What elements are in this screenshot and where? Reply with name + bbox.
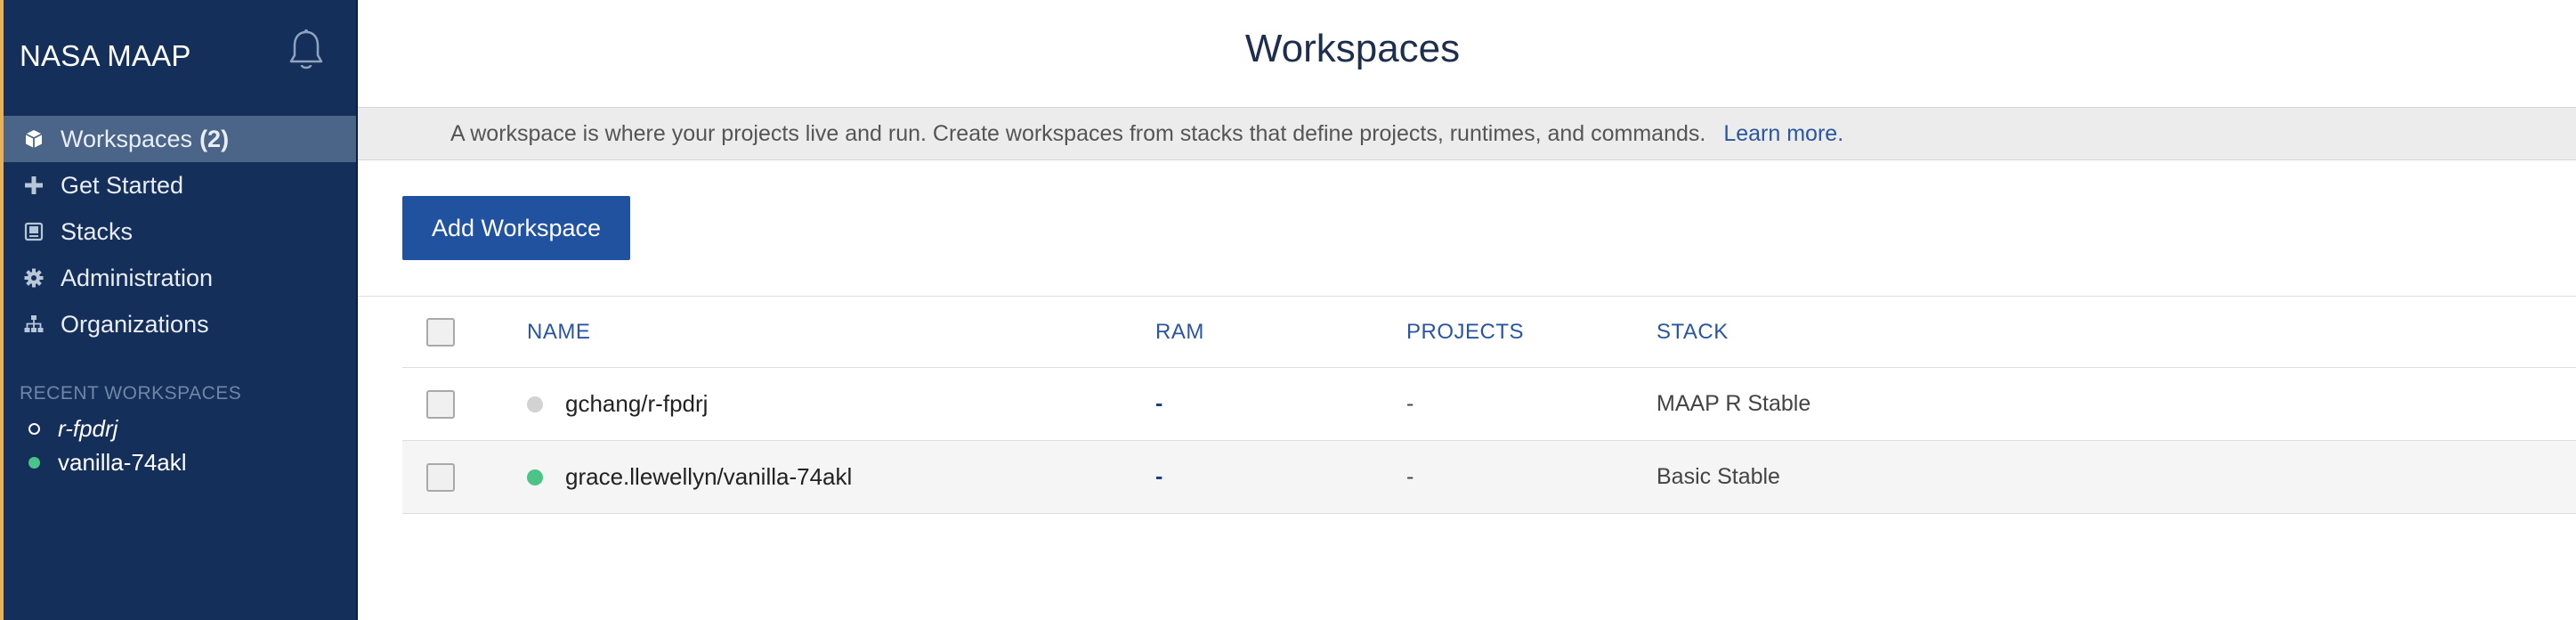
stack-value: Basic Stable (1657, 464, 1780, 489)
column-header-stack[interactable]: STACK (1657, 297, 1729, 367)
brand-title[interactable]: NASA MAAP (20, 39, 191, 73)
sidebar: NASA MAAP Workspaces (2) Get Started Sta… (0, 0, 358, 620)
ram-value: - (1155, 391, 1163, 416)
recent-workspace-item[interactable]: r-fpdrj (20, 412, 349, 445)
sidebar-item-stacks[interactable]: Stacks (4, 208, 356, 255)
row-checkbox[interactable] (426, 462, 455, 492)
recent-workspace-item[interactable]: vanilla-74akl (20, 445, 349, 479)
workspace-name-link[interactable]: gchang/r-fpdrj (565, 390, 708, 418)
column-header-projects[interactable]: PROJECTS (1406, 297, 1524, 367)
projects-value: - (1406, 391, 1414, 416)
recent-workspace-name: vanilla-74akl (58, 448, 187, 476)
learn-more-link[interactable]: Learn more. (1723, 121, 1843, 147)
status-running-icon (28, 456, 40, 469)
main-content: Workspaces A workspace is where your pro… (358, 0, 2576, 620)
add-workspace-button[interactable]: Add Workspace (402, 196, 630, 260)
stack-icon (21, 219, 46, 244)
sidebar-item-label: Organizations (61, 310, 209, 338)
recent-workspaces-list: r-fpdrj vanilla-74akl (20, 412, 349, 479)
bell-icon[interactable] (287, 29, 326, 73)
page-title: Workspaces (1244, 27, 1461, 70)
gear-icon (21, 265, 46, 290)
workspace-name-link[interactable]: grace.llewellyn/vanilla-74akl (565, 463, 852, 491)
sidebar-item-label: Administration (61, 264, 214, 291)
column-header-name[interactable]: NAME (527, 297, 590, 367)
plus-icon (21, 173, 46, 198)
sidebar-item-administration[interactable]: Administration (4, 255, 356, 301)
workspaces-table: NAME RAM PROJECTS STACK gchang/r-fpdrj -… (402, 297, 2576, 514)
ram-value: - (1155, 464, 1163, 489)
row-checkbox[interactable] (426, 389, 455, 419)
sidebar-item-label: Stacks (61, 217, 134, 245)
recent-workspaces-heading: RECENT WORKSPACES (20, 383, 242, 404)
recent-workspace-name: r-fpdrj (58, 414, 118, 442)
status-stopped-icon (527, 396, 543, 412)
info-banner: A workspace is where your projects live … (358, 107, 2576, 160)
table-header-row: NAME RAM PROJECTS STACK (402, 297, 2576, 368)
cube-icon (21, 126, 46, 151)
table-row[interactable]: grace.llewellyn/vanilla-74akl - - Basic … (402, 441, 2576, 514)
projects-value: - (1406, 464, 1414, 489)
sidebar-nav: Workspaces (2) Get Started Stacks Admini… (4, 116, 356, 347)
stack-value: MAAP R Stable (1657, 391, 1811, 416)
workspace-count-badge: (2) (199, 125, 230, 152)
table-row[interactable]: gchang/r-fpdrj - - MAAP R Stable (402, 368, 2576, 441)
column-header-ram[interactable]: RAM (1155, 297, 1204, 367)
status-stopped-icon (28, 422, 40, 435)
sidebar-item-label: Get Started (61, 171, 184, 199)
sidebar-item-label: Workspaces (61, 125, 193, 152)
org-chart-icon (21, 312, 46, 337)
info-text: A workspace is where your projects live … (450, 120, 1706, 146)
status-running-icon (527, 469, 543, 485)
sidebar-item-workspaces[interactable]: Workspaces (2) (4, 116, 356, 162)
select-all-checkbox[interactable] (426, 317, 455, 347)
sidebar-item-get-started[interactable]: Get Started (4, 162, 356, 208)
sidebar-item-organizations[interactable]: Organizations (4, 301, 356, 347)
